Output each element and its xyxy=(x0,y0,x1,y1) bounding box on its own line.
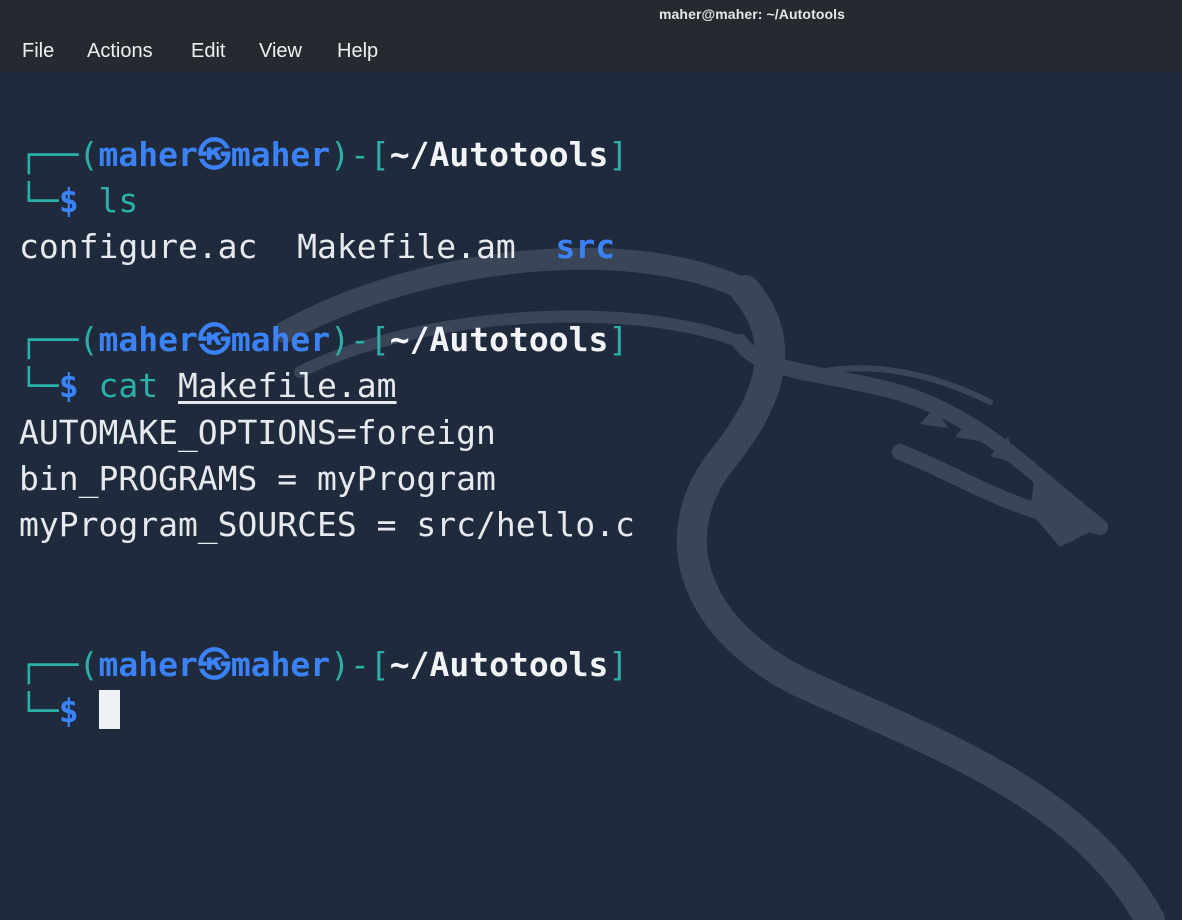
command-cat: cat xyxy=(98,366,159,405)
terminal-window: maher@maher: ~/Autotools File Actions Ed… xyxy=(0,0,1182,920)
ls-output: configure.ac Makefile.am src xyxy=(19,224,615,270)
prompt-frame-bottom: └─ xyxy=(19,181,59,220)
skull-icon: ㉿ xyxy=(197,135,231,174)
cat-output-line-2: bin_PROGRAMS = myProgram xyxy=(19,459,496,498)
menu-file[interactable]: File xyxy=(22,30,54,72)
prompt-dollar: $ xyxy=(58,181,79,220)
menu-bar: File Actions Edit View Help xyxy=(0,30,1182,72)
prompt-line-3: ┌──(maher㉿maher)-[~/Autotools] xyxy=(19,645,629,684)
menu-help[interactable]: Help xyxy=(337,30,378,72)
command-ls: ls xyxy=(98,181,139,220)
menu-view[interactable]: View xyxy=(259,30,302,72)
prompt-path: ~/Autotools xyxy=(389,135,609,174)
command-arg-file: Makefile.am xyxy=(177,366,397,405)
skull-icon: ㉿ xyxy=(197,645,231,684)
cat-output-line-1: AUTOMAKE_OPTIONS=foreign xyxy=(19,413,496,452)
cat-output-line-3: myProgram_SOURCES = src/hello.c xyxy=(19,505,635,544)
menu-actions[interactable]: Actions xyxy=(87,30,153,72)
command-line-3: └─$ xyxy=(19,688,120,734)
prompt-line-1: ┌──(maher㉿maher)-[~/Autotools] xyxy=(19,135,629,174)
prompt-dollar: $ xyxy=(58,691,79,730)
prompt-host: maher xyxy=(230,135,331,174)
prompt-user: maher xyxy=(98,645,198,684)
terminal-area[interactable]: ┌──(maher㉿maher)-[~/Autotools] └─$ ls co… xyxy=(0,72,1182,920)
prompt-host: maher xyxy=(230,320,331,359)
command-line-1: └─$ ls xyxy=(19,178,138,224)
command-line-2: └─$ cat Makefile.am xyxy=(19,366,397,405)
prompt-user: maher xyxy=(98,135,198,174)
text-cursor[interactable] xyxy=(98,690,120,729)
title-bar[interactable]: maher@maher: ~/Autotools xyxy=(0,0,1182,30)
prompt-dollar: $ xyxy=(58,366,79,405)
prompt-path: ~/Autotools xyxy=(389,320,609,359)
menu-edit[interactable]: Edit xyxy=(191,30,225,72)
prompt-user: maher xyxy=(98,320,198,359)
prompt-frame-top: ┌──( xyxy=(19,135,99,174)
ls-dir-src: src xyxy=(555,227,616,266)
ls-file-configure: configure.ac xyxy=(19,227,258,266)
prompt-path: ~/Autotools xyxy=(389,645,609,684)
skull-icon: ㉿ xyxy=(197,320,231,359)
prompt-line-2: ┌──(maher㉿maher)-[~/Autotools] xyxy=(19,320,629,359)
ls-file-makefile: Makefile.am xyxy=(297,227,516,266)
window-title: maher@maher: ~/Autotools xyxy=(658,6,846,22)
prompt-host: maher xyxy=(230,645,331,684)
